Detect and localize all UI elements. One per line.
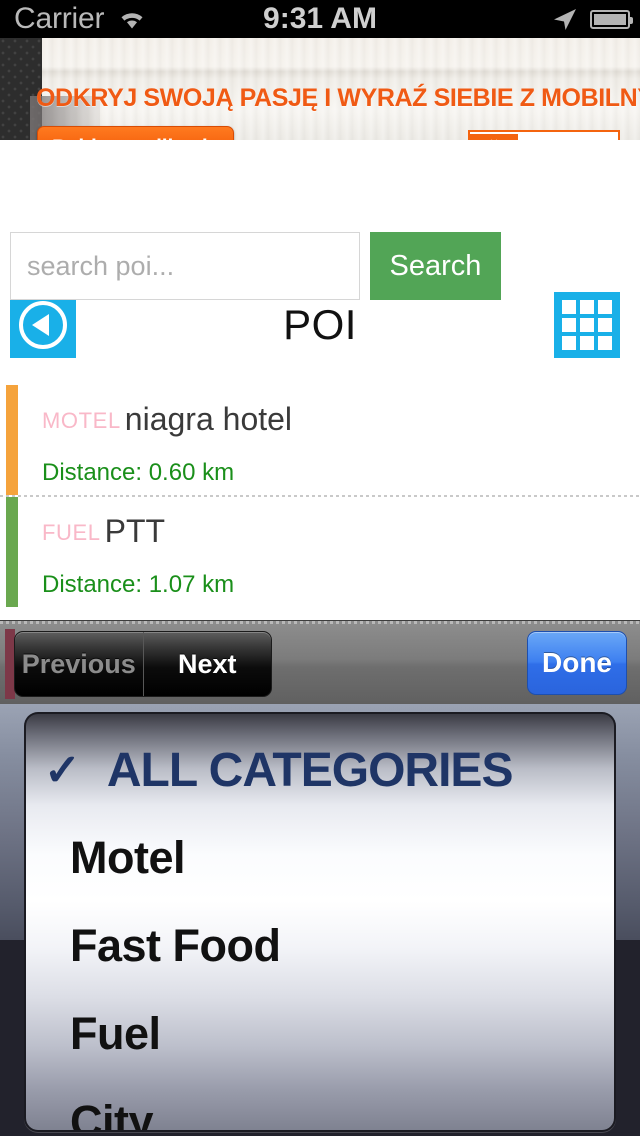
keyboard-accessory-toolbar: Previous Next Done bbox=[0, 620, 640, 705]
ad-banner[interactable]: ODKRYJ SWOJĄ PASJĘ I WYRAŹ SIEBIE Z MOBI… bbox=[0, 38, 640, 140]
page-title: POI bbox=[283, 301, 357, 348]
checkmark-icon: ✓ bbox=[44, 745, 81, 795]
battery-icon bbox=[590, 10, 633, 29]
prev-next-segmented-control[interactable]: Previous Next bbox=[14, 631, 272, 697]
grid-view-button[interactable] bbox=[554, 292, 620, 358]
poi-category-label: MOTEL bbox=[42, 408, 121, 433]
poi-category-label: FUEL bbox=[42, 520, 101, 545]
picker-option-all-categories[interactable]: ✓ ALL CATEGORIES bbox=[26, 726, 614, 814]
app-root: Carrier 9:31 AM ODKRYJ SWOJĄ PASJĘ I WYR… bbox=[0, 0, 640, 1136]
category-picker-zone: ✓ ALL CATEGORIES Motel Fast Food Fuel Ci… bbox=[0, 704, 640, 1136]
poi-list-item[interactable]: MOTEL niagra hotel Distance: 0.60 km bbox=[0, 385, 640, 495]
toolbar-top-divider bbox=[0, 621, 640, 624]
poi-category-color-bar bbox=[6, 497, 18, 607]
poi-name: niagra hotel bbox=[124, 401, 293, 437]
poi-title: MOTEL niagra hotel bbox=[42, 399, 292, 441]
poi-list: MOTEL niagra hotel Distance: 0.60 km FUEL… bbox=[0, 385, 640, 607]
poi-distance: Distance: 0.60 km bbox=[42, 459, 235, 486]
poi-category-color-bar bbox=[6, 385, 18, 495]
ad-cta-button[interactable]: Pobierz aplikację bbox=[37, 126, 234, 140]
picker-option-label: Fuel bbox=[70, 1008, 161, 1059]
picker-option-city[interactable]: City bbox=[26, 1078, 614, 1130]
previous-button[interactable]: Previous bbox=[15, 632, 143, 696]
poi-name: PTT bbox=[104, 513, 166, 549]
picker-option-fast-food[interactable]: Fast Food bbox=[26, 902, 614, 990]
ad-cta-label: Pobierz aplikację bbox=[38, 127, 233, 140]
status-bar: Carrier 9:31 AM bbox=[0, 0, 640, 38]
allegro-wordmark: allegro bbox=[518, 134, 618, 140]
picker-option-fuel[interactable]: Fuel bbox=[26, 990, 614, 1078]
search-button[interactable]: Search bbox=[370, 232, 501, 300]
picker-frame: ✓ ALL CATEGORIES Motel Fast Food Fuel Ci… bbox=[24, 712, 616, 1132]
grid-icon bbox=[562, 300, 612, 350]
picker-option-motel[interactable]: Motel bbox=[26, 814, 614, 902]
poi-distance: Distance: 1.07 km bbox=[42, 571, 235, 598]
poi-title: FUEL PTT bbox=[42, 511, 165, 553]
picker-option-label: Fast Food bbox=[70, 920, 281, 971]
search-row: Search bbox=[10, 232, 630, 300]
picker-option-label: City bbox=[70, 1096, 154, 1130]
ad-headline: ODKRYJ SWOJĄ PASJĘ I WYRAŹ SIEBIE Z MOBI… bbox=[36, 84, 640, 112]
clock-label: 9:31 AM bbox=[263, 2, 377, 35]
picker-option-label: Motel bbox=[70, 832, 186, 883]
done-button[interactable]: Done bbox=[527, 631, 627, 695]
location-arrow-icon bbox=[552, 7, 578, 31]
nav-bar: POI bbox=[0, 140, 640, 358]
poi-list-item[interactable]: FUEL PTT Distance: 1.07 km bbox=[0, 497, 640, 607]
shopping-basket-icon bbox=[470, 134, 518, 140]
next-button[interactable]: Next bbox=[144, 632, 272, 696]
search-input[interactable] bbox=[10, 232, 360, 300]
category-picker-wheel[interactable]: ✓ ALL CATEGORIES Motel Fast Food Fuel Ci… bbox=[26, 714, 614, 1130]
picker-option-label: ALL CATEGORIES bbox=[106, 743, 514, 797]
allegro-logo: allegro bbox=[468, 130, 620, 140]
